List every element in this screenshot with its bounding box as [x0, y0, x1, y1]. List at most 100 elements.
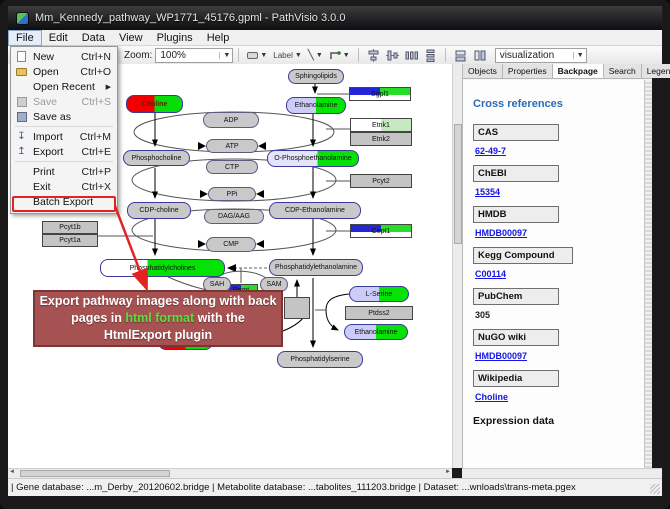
node-phosphatidylserine[interactable]: Phosphatidylserine [277, 351, 363, 368]
gene-box-cept1[interactable]: Cept1 [350, 224, 412, 238]
menu-separator [15, 161, 113, 162]
chevron-down-icon: ▼ [260, 52, 267, 59]
menu-item-save-as[interactable]: Save as [11, 109, 117, 124]
menu-file[interactable]: File [8, 30, 42, 46]
gene-box-partial[interactable] [284, 297, 310, 319]
label-tool-button[interactable]: Label▼ [270, 48, 305, 63]
datanode-tool-button[interactable]: ▼ [244, 48, 270, 63]
menu-item-open[interactable]: OpenCtrl+O [11, 64, 117, 79]
menu-item-import[interactable]: ↧ImportCtrl+M [11, 129, 117, 144]
menu-item-open-recent[interactable]: Open Recent▶ [11, 79, 117, 94]
xref-link-hmdb[interactable]: HMDB00097 [475, 228, 527, 238]
node-adp[interactable]: ADP [203, 112, 259, 128]
xref-link-wikipedia[interactable]: Choline [475, 392, 508, 402]
scrollbar-thumb[interactable] [20, 470, 170, 477]
file-menu-popup: NewCtrl+N OpenCtrl+O Open Recent▶ SaveCt… [10, 46, 118, 214]
zoom-combobox[interactable]: 100% ▼ [155, 48, 233, 63]
import-icon: ↧ [17, 132, 25, 142]
align-center-x-button[interactable] [364, 48, 383, 63]
common-height-button[interactable] [470, 48, 489, 63]
tab-search[interactable]: Search [604, 64, 642, 78]
menu-view[interactable]: View [112, 31, 150, 45]
gene-box-pcyt2[interactable]: Pcyt2 [350, 174, 412, 188]
chevron-down-icon: ▼ [316, 52, 323, 59]
panel-vertical-scrollbar[interactable] [644, 80, 652, 468]
gene-box-pcyt1a[interactable]: Pcyt1a [42, 234, 98, 247]
gene-box-ptdss2[interactable]: Ptdss2 [345, 306, 413, 320]
tab-legend[interactable]: Legend [642, 64, 670, 78]
node-ethanolamine[interactable]: Ethanolamine [286, 97, 346, 114]
node-o-phosphoethanolamine[interactable]: O-Phosphoethanolamine [267, 150, 359, 167]
common-width-icon [454, 49, 467, 62]
menu-item-exit[interactable]: ExitCtrl+X [11, 179, 117, 194]
cross-references-heading: Cross references [473, 98, 644, 110]
xref-link-cas[interactable]: 62-49-7 [475, 146, 506, 156]
node-phosphatidylcholines[interactable]: Phosphatidylcholines [100, 259, 225, 277]
node-phosphocholine[interactable]: Phosphocholine [123, 150, 190, 166]
panel-horizontal-scrollbar[interactable] [462, 468, 662, 478]
menu-separator [15, 126, 113, 127]
scrollbar-thumb[interactable] [454, 124, 462, 244]
xref-header: Kegg Compound [473, 247, 573, 264]
export-icon: ↥ [17, 147, 25, 157]
menu-item-new[interactable]: NewCtrl+N [11, 49, 117, 64]
menu-edit[interactable]: Edit [42, 31, 75, 45]
toolbar-separator [358, 48, 359, 62]
callout-line2: pages in html format with the [71, 310, 245, 327]
menu-item-export[interactable]: ↥ExportCtrl+E [11, 144, 117, 159]
node-phosphatidylethanolamine[interactable]: Phosphatidylethanolamine [269, 259, 363, 276]
tab-objects[interactable]: Objects [463, 64, 503, 78]
callout-line3: HtmlExport plugin [104, 327, 212, 344]
callout-highlight: html format [125, 311, 194, 325]
visualization-value: visualization [500, 50, 554, 61]
node-ctp[interactable]: CTP [206, 160, 258, 174]
xref-link-chebi[interactable]: 15354 [475, 187, 500, 197]
distribute-vertical-button[interactable] [421, 48, 440, 63]
canvas-vertical-scrollbar[interactable] [452, 64, 462, 468]
menu-plugins[interactable]: Plugins [150, 31, 200, 45]
node-ethanolamine-2[interactable]: Ethanolamine [344, 324, 408, 340]
label-tool-text: Label [273, 51, 293, 60]
xref-link-kegg[interactable]: C00114 [475, 269, 506, 279]
align-center-y-icon [386, 49, 399, 62]
tab-backpage[interactable]: Backpage [553, 64, 604, 78]
gene-box-etnk1[interactable]: Etnk1 [350, 118, 412, 132]
tab-properties[interactable]: Properties [503, 64, 553, 78]
resize-grip[interactable] [650, 484, 660, 494]
node-sphingolipids[interactable]: Sphingolipids [288, 69, 344, 84]
gene-box-pcyt1b[interactable]: Pcyt1b [42, 221, 98, 234]
callout-line1: Export pathway images along with back [40, 293, 277, 310]
align-center-y-button[interactable] [383, 48, 402, 63]
expression-data-heading: Expression data [473, 415, 644, 427]
side-panel-tabs: Objects Properties Backpage Search Legen… [463, 64, 652, 79]
titlebar[interactable]: Mm_Kennedy_pathway_WP1771_45176.gpml - P… [8, 6, 662, 30]
node-cdp-choline[interactable]: CDP-choline [127, 202, 191, 219]
save-as-icon [17, 112, 27, 122]
visualization-combobox[interactable]: visualization ▼ [495, 48, 587, 63]
connector-tool-button[interactable]: ▼ [326, 48, 353, 63]
xref-header: ChEBI [473, 165, 559, 182]
gene-box-sgpl1[interactable]: Sgpl1 [349, 87, 411, 101]
common-width-button[interactable] [451, 48, 470, 63]
node-ppi[interactable]: PPi [208, 187, 256, 201]
node-cmp[interactable]: CMP [206, 237, 256, 252]
menu-item-save[interactable]: SaveCtrl+S [11, 94, 117, 109]
node-l-serine[interactable]: L-Serine [349, 286, 409, 302]
line-tool-button[interactable]: ╲▼ [305, 48, 326, 63]
gene-box-etnk2[interactable]: Etnk2 [350, 132, 412, 146]
toolbar-separator [445, 48, 446, 62]
node-choline[interactable]: Choline [126, 95, 183, 113]
menu-data[interactable]: Data [75, 31, 112, 45]
distribute-horizontal-button[interactable] [402, 48, 421, 63]
annotation-callout: Export pathway images along with back pa… [33, 290, 283, 347]
node-cdp-ethanolamine[interactable]: CDP-Ethanolamine [269, 202, 361, 219]
canvas-horizontal-scrollbar[interactable] [8, 468, 452, 478]
menu-help[interactable]: Help [200, 31, 237, 45]
chevron-down-icon: ▼ [343, 52, 350, 59]
node-atp[interactable]: ATP [206, 139, 258, 153]
node-dag[interactable]: DAG/AAG [204, 209, 264, 224]
chevron-down-icon: ▼ [219, 52, 230, 59]
menu-item-print[interactable]: PrintCtrl+P [11, 164, 117, 179]
align-center-x-icon [367, 49, 380, 62]
xref-link-nugo[interactable]: HMDB00097 [475, 351, 527, 361]
